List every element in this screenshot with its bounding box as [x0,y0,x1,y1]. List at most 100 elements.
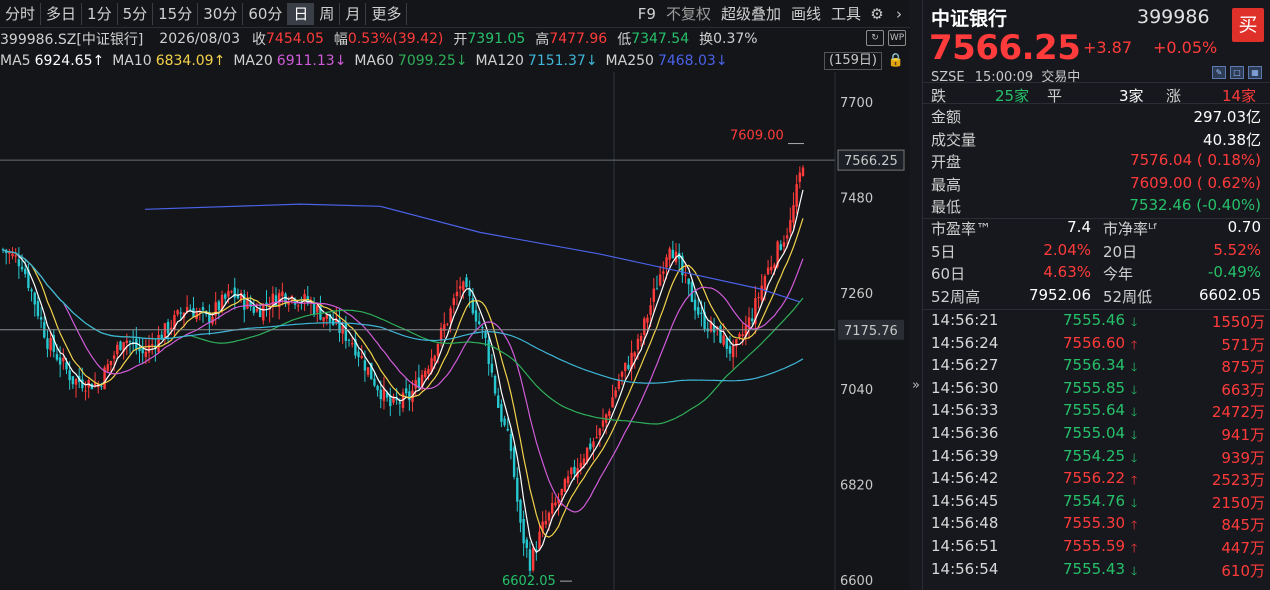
tab-period[interactable]: 月 [340,2,367,25]
tools-menu-button[interactable]: 工具 [826,3,866,25]
amp-value: 0.53%(39.42) [347,31,444,47]
stat-label: 20日 [1103,242,1138,261]
candle-body [414,380,417,389]
expand-arrow-icon[interactable]: » [910,378,922,400]
tab-period[interactable]: 日 [288,2,315,25]
open-label: 开 [453,32,468,48]
buy-button[interactable]: 买 [1232,8,1264,42]
period-tabs: 分时 多日 1分 5分 15分 30分 60分日周月更多 [0,0,408,28]
candle-body [700,312,703,314]
candle-body [611,397,614,408]
tick-volume: 1550万 [1211,313,1265,331]
tab-period[interactable]: 周 [314,2,341,25]
arrow-up-icon: 🡑 [1131,337,1138,352]
candle-body [465,277,468,288]
stat-label: 52周高 [931,287,981,306]
low-value: 7347.54 [631,31,690,47]
candle-body [573,466,576,474]
stat-row: 金额 297.03亿 [923,106,1270,128]
stat-value: 4.63% [1043,263,1091,281]
stat-row: 市盈率™ 7.4 市净率ᴸᶠ 0.70 [923,218,1270,240]
tick-time: 14:56:21 [931,311,999,329]
candle-body [639,335,643,342]
ma-legend-item[interactable]: MA60 7099.25↓ [354,53,467,69]
candle-body [516,477,519,502]
ma-value: 6911.13↓ [276,53,347,69]
candle-body [652,288,655,302]
edit-icon[interactable]: ✎ [1212,66,1226,79]
tick-time: 14:56:24 [931,333,999,352]
stat-value: 7576.04 ( 0.18%) [1130,151,1261,169]
candle-body [627,364,630,370]
candle-body [782,242,786,247]
f9-button[interactable]: F9 [633,3,661,25]
stat-label: 市盈率™ [931,220,992,238]
ma-legend-item[interactable]: MA250 7468.03↓ [606,53,728,69]
refresh-icon[interactable]: ↻ [866,30,884,46]
arrow-down-icon: 🡓 [1131,360,1138,375]
ma-legend-item[interactable]: MA10 6834.09↑ [112,53,225,69]
candle-body [770,266,773,271]
tab-period[interactable]: 5分 [118,2,154,25]
tick-row: 14:56:24 7556.60 571万 🡑 [923,334,1270,357]
wp-icon[interactable]: WP [888,30,906,46]
price-change: +3.87 [1083,38,1133,57]
period-count[interactable]: (159日) [824,52,882,70]
candle-body [582,458,586,466]
candle-body [424,370,427,378]
tab-period[interactable]: 15分 [153,2,199,25]
tick-price: 7556.34 [1063,356,1126,375]
candle-body [58,357,62,365]
arrow-up-icon: 🡑 [1131,518,1138,533]
candle-body [347,339,351,341]
tab-period[interactable]: 30分 [198,2,244,25]
candle-body [570,467,573,475]
ma5-line [2,189,804,554]
candle-body [227,290,230,297]
candle-body [643,318,646,335]
tick-time: 14:56:45 [931,491,999,510]
candle-body [551,503,554,514]
ma-legend-item[interactable]: MA5 6924.65↑ [0,53,104,69]
stat-row: 成交量 40.38亿 [923,129,1270,151]
tick-row: 14:56:21 7555.46 1550万 🡓 [923,311,1270,334]
chevron-right-icon[interactable]: › [888,5,910,23]
ma-legend-item[interactable]: MA120 7151.37↓ [476,53,598,69]
candle-body [252,306,255,313]
candle-body [262,304,265,321]
tab-period[interactable]: 分时 [0,2,42,25]
candle-body [493,375,497,394]
ma-label: MA120 [475,53,524,69]
candle-body [522,518,525,544]
gear-icon[interactable]: ⚙ [866,5,888,23]
candle-body [427,368,430,374]
candle-body [751,318,754,322]
candle-body [760,285,763,301]
layout-icon[interactable]: ▦ [1248,66,1262,79]
lock-icon[interactable]: 🔒 [888,53,904,68]
candle-body [531,547,535,571]
candle-body [446,323,449,325]
candle-body [697,307,700,315]
super-overlay-button[interactable]: 超级叠加 [716,3,786,25]
arrow-down-icon: 🡓 [1131,563,1138,578]
stat-value: 40.38亿 [1203,130,1261,149]
candle-body [46,338,49,349]
tab-period[interactable]: 多日 [41,2,83,25]
candle-body [128,341,132,343]
y-tick-label: 7480 [840,192,873,207]
tab-period[interactable]: 60分 [243,2,289,25]
tick-volume: 2150万 [1211,493,1265,512]
candle-body [404,388,408,394]
stock-name: 中证银行 [931,8,1008,30]
tick-price: 7556.60 [1063,333,1126,352]
no-adjust-button[interactable]: 不复权 [661,3,716,25]
low-label: 低 [617,32,632,48]
ma-legend-item[interactable]: MA20 6911.13↓ [233,53,346,69]
window-icon[interactable]: □ [1230,66,1244,79]
candle-body [554,502,557,506]
draw-line-button[interactable]: 画线 [786,3,826,25]
tick-time: 14:56:36 [931,424,999,442]
tab-period[interactable]: 更多 [366,2,408,25]
tab-period[interactable]: 1分 [82,2,118,25]
